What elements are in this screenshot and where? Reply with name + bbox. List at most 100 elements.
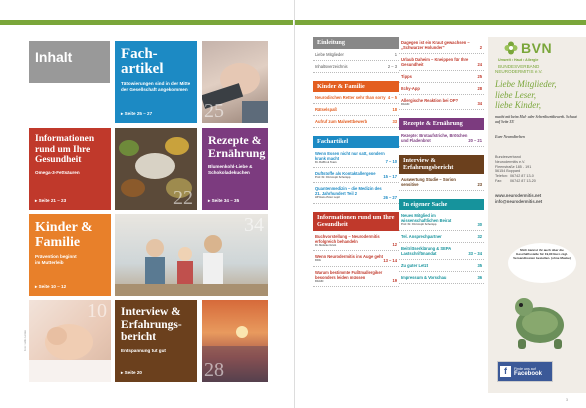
- entry-page: 20 – 21: [468, 137, 482, 143]
- entry-page: 23: [477, 181, 482, 187]
- entry-page: 2 – 3: [387, 63, 397, 69]
- toc-entry[interactable]: Neues Mitglied im wissenschaftlichen Bei…: [399, 210, 484, 231]
- toc-entry[interactable]: Buchvorstellung – Neurodermitis erfolgre…: [313, 231, 399, 252]
- toc-entry[interactable]: Inhaltsverzeichnis 2 – 3: [313, 61, 399, 73]
- entry-title: Allergische Reaktion bei OP?: [401, 98, 459, 103]
- facebook-icon: f: [500, 366, 511, 377]
- entry-page: 26 – 27: [383, 194, 397, 200]
- tile-rezepte[interactable]: Rezepte & Ernährung Blumenkohl-Liebe & S…: [202, 128, 268, 210]
- section-heading: Kinder & Familie: [313, 80, 399, 92]
- section-heading: In eigener Sache: [399, 198, 484, 211]
- entry-page: 13 – 14: [383, 257, 397, 263]
- entry-title: Wenn Neurodermitis ins Auge geht: [315, 254, 384, 260]
- entry-author: Dr. Ruffin & Team: [315, 160, 337, 164]
- interview-title: Interview & Erfahrungs- bericht: [121, 306, 182, 343]
- photo-kitchen: 34: [115, 214, 268, 296]
- toc-section-fachartikel: Fachartikel Wenn Essen nicht nur satt, s…: [313, 136, 399, 204]
- toc-entry[interactable]: Urlaub Daheim – Kneippen für Ihre Gesund…: [399, 54, 484, 71]
- toc-entry[interactable]: Auswertung Studie – Sorion sensitive 23: [399, 174, 484, 191]
- facebook-line-2: Facebook: [514, 370, 543, 377]
- turtle-mascot-image: [515, 298, 564, 349]
- toc-entry[interactable]: Neurodirchen Retter sehr than sorry 4 – …: [313, 92, 399, 104]
- entry-page: 19: [392, 277, 397, 283]
- entry-title: Wenn Essen nicht nur satt, sondern krank…: [315, 150, 385, 161]
- fachartikel-page: ▸ Seite 25 – 27: [121, 111, 153, 116]
- gesundheit-title: Informationen rund um Ihre Gesundheit: [35, 134, 95, 165]
- photo-sunset-number: 28: [204, 359, 224, 381]
- page-number: 3: [566, 398, 568, 402]
- entry-page: 7 – 10: [385, 158, 397, 164]
- entry-page: 34: [477, 101, 482, 107]
- kinder-subtitle: Prävention beginnt im Mutterleib: [35, 254, 77, 265]
- toc-section-einleitung: Einleitung Liebe Mitglieder 1 Inhaltsver…: [313, 37, 399, 73]
- sidebar-bvn: BVN Umwelt • Haut • Allergie BUNDESVERBA…: [488, 37, 586, 393]
- entry-author: Prof. Dr. Christoph Schempp: [315, 175, 351, 179]
- entry-page: 36: [477, 274, 482, 280]
- entry-title: Inhaltsverzeichnis: [315, 63, 348, 69]
- fachartikel-title: Fach- artikel: [121, 46, 164, 77]
- entry-page: 4 – 5: [387, 95, 397, 100]
- tile-kinder[interactable]: Kinder & Familie Prävention beginnt im M…: [29, 214, 111, 296]
- tile-interview[interactable]: Interview & Erfahrungs- bericht Entspann…: [115, 300, 197, 382]
- entry-page: 1: [394, 51, 397, 57]
- entry-author: Prof. Dr. Christoph Schempp: [401, 223, 437, 227]
- interview-subtitle: Entspannung tut gut: [121, 347, 166, 353]
- toc-entry[interactable]: Wenn Essen nicht nur satt, sondern krank…: [313, 148, 399, 168]
- bvn-tagline: Umwelt • Haut • Allergie: [498, 58, 539, 62]
- greeting: Liebe Mitglieder, liebe Leser, liebe Kin…: [495, 79, 557, 110]
- facebook-button[interactable]: f Finde uns auf Facebook: [497, 361, 553, 382]
- toc-entry[interactable]: Warum bestimmte Fußtmallergiker besonder…: [313, 267, 399, 287]
- toc-entry[interactable]: Tel. Ansprechpartner 32: [399, 231, 484, 243]
- toc-entry[interactable]: Impressum & Vorschau 36: [399, 272, 484, 284]
- rezepte-page: ▸ Seite 34 – 35: [208, 198, 240, 203]
- toc-entry[interactable]: Rezepte: Brotaufstriche, Brötchen und Fl…: [399, 130, 484, 147]
- bvn-logo: BVN: [504, 40, 552, 56]
- tile-gesundheit[interactable]: Informationen rund um Ihre Gesundheit Om…: [29, 128, 111, 210]
- toc-entry[interactable]: Duftstoffe als Kontaktallergene Prof. Dr…: [313, 168, 399, 184]
- entry-title: Warum bestimmte Fußtmallergiker besonder…: [315, 269, 383, 280]
- toc-entry[interactable]: Wenn Neurodermitis ins Auge geht DOG 13 …: [313, 251, 399, 267]
- entry-author: DGAKI: [315, 279, 324, 283]
- toc-entry[interactable]: Beitrittserklärung & SEPA Lastschriftman…: [399, 243, 484, 260]
- toc-entry[interactable]: Zu guter Letzt 35: [399, 260, 484, 272]
- toc-entry[interactable]: Quantenmedizin – die Medizin des 21. Jah…: [313, 183, 399, 204]
- entry-page: 32: [477, 233, 482, 239]
- entry-title: Zu guter Letzt: [401, 262, 429, 268]
- toc-entry[interactable]: Aufruf zum Malwettbewerb 33: [313, 116, 399, 128]
- section-heading: Interview & Erfahrungsbericht: [399, 154, 484, 174]
- gesundheit-page: ▸ Seite 21 – 23: [35, 198, 67, 203]
- toc-column-1: Einleitung Liebe Mitglieder 1 Inhaltsver…: [313, 37, 399, 287]
- address: Bundesverband Neurodermitis e.V. Fleenst…: [495, 155, 536, 184]
- website-link[interactable]: www.neurodermitis.net: [495, 193, 542, 199]
- facebook-text: Finde uns auf Facebook: [514, 367, 542, 377]
- photo-food-number: 22: [173, 187, 193, 209]
- rezepte-title: Rezepte & Ernährung: [208, 133, 266, 160]
- entry-author: HP Hans-Peter Lepil: [315, 196, 340, 200]
- email-link[interactable]: info@neurodermitis.net: [495, 199, 542, 205]
- toc-entry[interactable]: Allergische Reaktion bei OP? DGAKI 34: [399, 95, 484, 111]
- entry-title: Impressum & Vorschau: [401, 274, 447, 280]
- toc-entry[interactable]: Tipps 25: [399, 71, 484, 83]
- tile-fachartikel[interactable]: Fach- artikel Tätowierungen sind in der …: [115, 41, 197, 123]
- top-green-bar-right: [295, 20, 586, 25]
- toc-entry[interactable]: Rätselspaß 18: [313, 104, 399, 116]
- fax-row: Fax: 06742 87 13-20: [495, 179, 536, 184]
- entry-page: 30: [477, 221, 482, 227]
- entry-author: DOG: [315, 259, 321, 263]
- interview-page: ▸ Seite 20: [121, 370, 142, 375]
- toc-entry[interactable]: Itchy-App 28: [399, 83, 484, 95]
- entry-title: Neurodirchen Retter sehr than sorry: [315, 95, 386, 100]
- toc-entry[interactable]: Liebe Mitglieder 1: [313, 49, 399, 61]
- contact-links: www.neurodermitis.net info@neurodermitis…: [495, 193, 542, 204]
- entry-title: Buchvorstellung – Neurodermitis erfolgre…: [315, 233, 380, 244]
- inhalt-title: Inhalt: [35, 49, 73, 65]
- photo-kitchen-number: 34: [244, 214, 264, 236]
- toc-entry[interactable]: Dagegen ist ein Kraut gewachsen – „Schwa…: [399, 37, 484, 54]
- entry-author: DGAKI: [401, 103, 410, 106]
- entry-title: Beitrittserklärung & SEPA Lastschriftman…: [401, 245, 452, 256]
- section-heading: Rezepte & Ernährung: [399, 118, 484, 130]
- entry-title: Auswertung Studie – Sorion sensitive: [401, 176, 456, 187]
- section-heading: Fachartikel: [313, 136, 399, 148]
- entry-title: Itchy-App: [401, 86, 420, 91]
- toc-section-eigene-sache: In eigener Sache Neues Mitglied im wisse…: [399, 198, 484, 284]
